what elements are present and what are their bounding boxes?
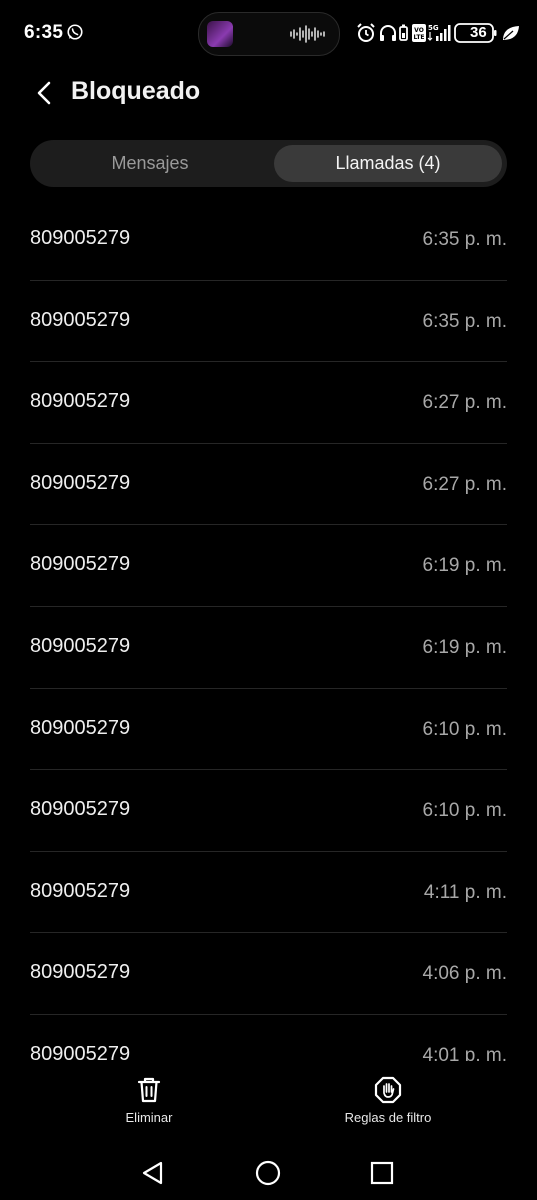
- call-number: 809005279: [30, 798, 131, 821]
- call-number: 809005279: [30, 879, 131, 902]
- call-time: 6:27 p. m.: [422, 392, 508, 414]
- hand-stop-icon: [374, 1076, 402, 1104]
- tab-bar: Mensajes Llamadas (4): [30, 140, 507, 187]
- battery-saver-icon: [399, 24, 408, 41]
- call-time: 6:27 p. m.: [422, 473, 508, 495]
- filter-rules-label: Reglas de filtro: [344, 1110, 432, 1125]
- whatsapp-icon: [67, 24, 83, 40]
- tab-mensajes[interactable]: Mensajes: [30, 140, 270, 187]
- back-arrow-icon[interactable]: [34, 80, 56, 106]
- status-icons: VO LTE 5G: [357, 23, 519, 43]
- list-item[interactable]: 809005279 6:35 p. m.: [30, 199, 507, 281]
- battery-level: 36: [470, 24, 487, 41]
- call-time: 6:10 p. m.: [422, 800, 508, 822]
- list-item[interactable]: 809005279 4:11 p. m.: [30, 852, 507, 934]
- call-time: 6:10 p. m.: [422, 718, 508, 740]
- list-item[interactable]: 809005279 4:01 p. m.: [30, 1015, 507, 1061]
- dynamic-island[interactable]: [198, 12, 340, 56]
- eco-leaf-icon: [503, 26, 519, 40]
- nav-back-icon[interactable]: [139, 1159, 167, 1187]
- call-time: 6:35 p. m.: [422, 310, 508, 332]
- alarm-icon: [357, 23, 375, 42]
- call-number: 809005279: [30, 471, 131, 494]
- call-number: 809005279: [30, 227, 131, 249]
- page-title: Bloqueado: [71, 77, 201, 105]
- nav-recents-icon[interactable]: [368, 1159, 396, 1187]
- call-time: 4:06 p. m.: [422, 963, 508, 985]
- filter-rules-button[interactable]: Reglas de filtro: [328, 1076, 448, 1125]
- system-navigation-bar: [0, 1141, 537, 1200]
- blocked-calls-list[interactable]: 809005279 6:35 p. m. 809005279 6:35 p. m…: [0, 199, 537, 1061]
- bottom-action-bar: Eliminar Reglas de filtro: [0, 1061, 537, 1141]
- list-item[interactable]: 809005279 6:10 p. m.: [30, 689, 507, 771]
- svg-text:5G: 5G: [428, 24, 439, 32]
- call-number: 809005279: [30, 553, 131, 576]
- status-time: 6:35: [24, 22, 64, 43]
- audio-wave-icon: [290, 25, 325, 43]
- call-time: 6:19 p. m.: [422, 637, 508, 658]
- call-number: 809005279: [30, 390, 131, 413]
- list-item[interactable]: 809005279 6:27 p. m.: [30, 444, 507, 526]
- call-number: 809005279: [30, 1043, 131, 1061]
- call-number: 809005279: [30, 308, 131, 331]
- call-number: 809005279: [30, 716, 131, 739]
- delete-button[interactable]: Eliminar: [109, 1076, 189, 1125]
- call-number: 809005279: [30, 635, 131, 657]
- list-item[interactable]: 809005279 6:19 p. m.: [30, 525, 507, 607]
- media-thumbnail: [207, 21, 233, 47]
- nav-home-icon[interactable]: [254, 1159, 282, 1187]
- call-time: 6:19 p. m.: [422, 555, 508, 577]
- delete-label: Eliminar: [125, 1110, 173, 1125]
- call-time: 4:11 p. m.: [423, 881, 507, 903]
- list-item[interactable]: 809005279 6:19 p. m.: [30, 607, 507, 689]
- list-item[interactable]: 809005279 4:06 p. m.: [30, 933, 507, 1015]
- signal-5g-icon: 5G: [427, 24, 451, 41]
- list-item[interactable]: 809005279 6:27 p. m.: [30, 362, 507, 444]
- svg-text:LTE: LTE: [413, 34, 424, 41]
- call-time: 4:01 p. m.: [422, 1045, 508, 1061]
- status-bar: 6:35 VO LTE 5G 36: [0, 0, 537, 66]
- volte-icon: VO LTE: [412, 24, 426, 42]
- list-item[interactable]: 809005279 6:35 p. m.: [30, 281, 507, 363]
- headphones-icon: [380, 25, 396, 41]
- svg-text:VO: VO: [414, 27, 424, 34]
- trash-icon: [137, 1077, 161, 1103]
- list-item[interactable]: 809005279 6:10 p. m.: [30, 770, 507, 852]
- tab-llamadas[interactable]: Llamadas (4): [274, 145, 502, 182]
- call-number: 809005279: [30, 961, 131, 984]
- call-time: 6:35 p. m.: [422, 229, 508, 250]
